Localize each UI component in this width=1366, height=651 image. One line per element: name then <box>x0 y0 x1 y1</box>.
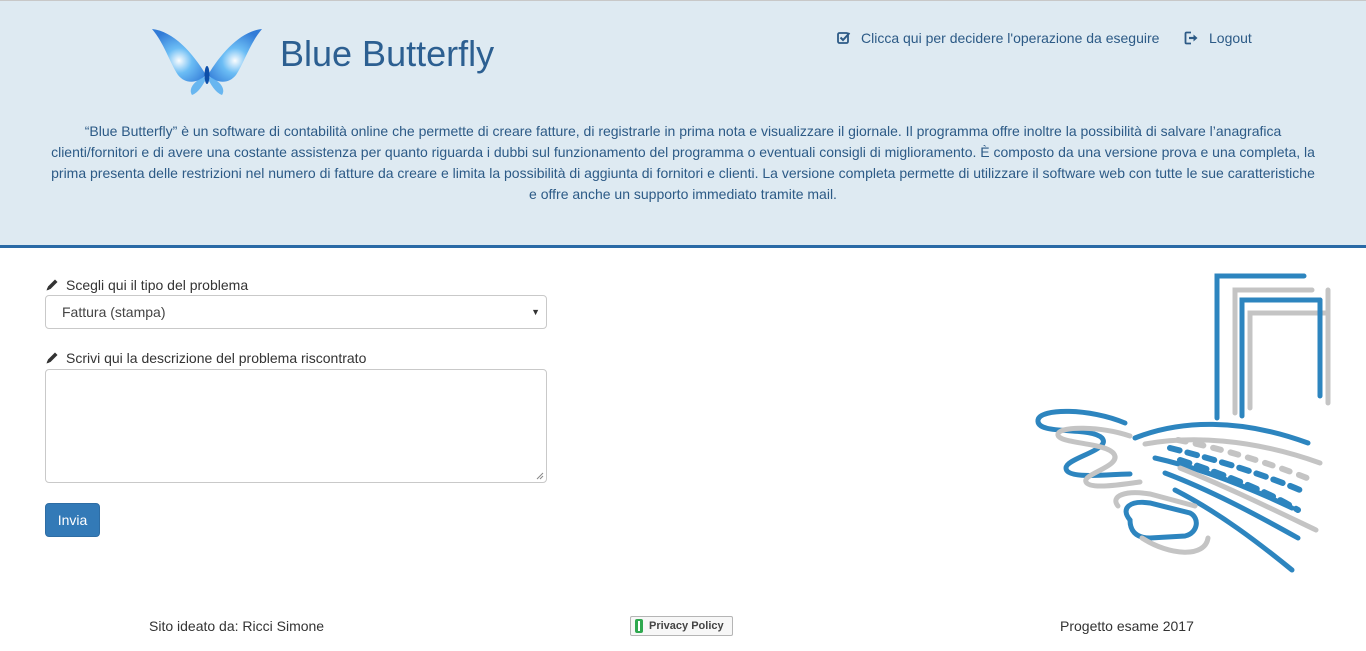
resize-grip-icon[interactable] <box>536 472 544 480</box>
problem-type-label-text: Scegli qui il tipo del problema <box>66 277 249 293</box>
footer-author: Sito ideato da: Ricci Simone <box>149 618 325 634</box>
problem-type-select[interactable]: Fattura (stampa) ▼ <box>45 295 547 329</box>
problem-type-label: Scegli qui il tipo del problema <box>45 277 248 293</box>
description-label: Scrivi qui la descrizione del problema r… <box>45 350 366 366</box>
privacy-policy-button[interactable]: Privacy Policy <box>630 616 733 636</box>
submit-button[interactable]: Invia <box>45 503 100 537</box>
problem-type-selected: Fattura (stampa) <box>62 304 166 320</box>
computer-illustration <box>1035 273 1331 573</box>
privacy-policy-label: Privacy Policy <box>649 620 724 632</box>
pencil-icon <box>46 352 58 364</box>
choose-operation-link[interactable]: Clicca qui per decidere l'operazione da … <box>837 30 1159 46</box>
chevron-down-icon: ▼ <box>531 307 540 317</box>
choose-operation-label: Clicca qui per decidere l'operazione da … <box>861 30 1160 46</box>
checkbox-icon <box>837 32 851 44</box>
butterfly-logo <box>152 29 262 95</box>
app-title: Blue Butterfly <box>280 33 495 74</box>
footer-project: Progetto esame 2017 <box>1060 618 1194 634</box>
app-description: “Blue Butterfly” è un software di contab… <box>51 123 1315 202</box>
logout-label: Logout <box>1209 30 1252 46</box>
logout-icon <box>1184 31 1198 45</box>
header: Blue Butterfly Clicca qui per decidere l… <box>0 0 1366 248</box>
logout-link[interactable]: Logout <box>1184 30 1252 46</box>
description-label-text: Scrivi qui la descrizione del problema r… <box>66 350 367 366</box>
privacy-icon <box>635 619 643 633</box>
problem-description-textarea[interactable] <box>45 369 547 483</box>
pencil-icon <box>46 279 58 291</box>
